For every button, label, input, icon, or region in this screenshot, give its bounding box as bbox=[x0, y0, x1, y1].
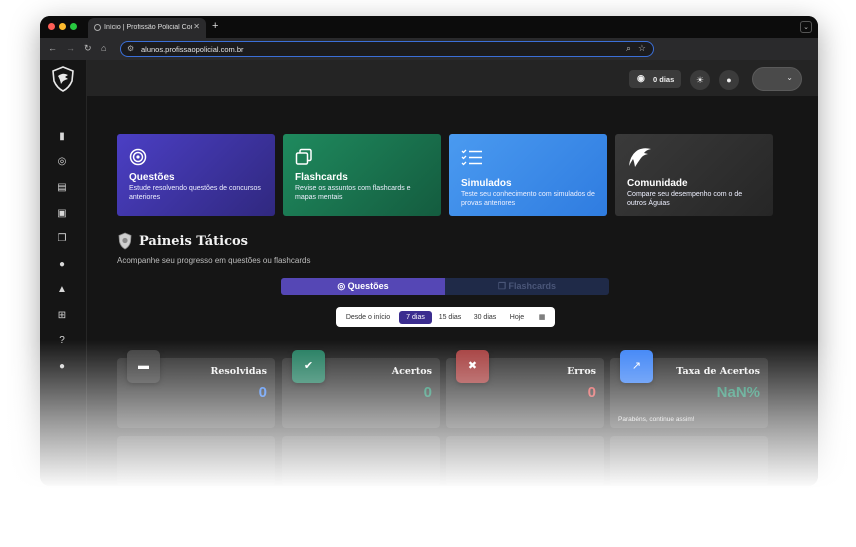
star-icon[interactable]: ☆ bbox=[638, 43, 646, 54]
target-icon bbox=[129, 148, 147, 166]
browser-toolbar: ← → ↻ ⌂ ⚙ alunos.profissaopolicial.com.b… bbox=[40, 38, 818, 60]
maximize-window-button[interactable] bbox=[70, 23, 77, 30]
app-header: ◉ 0 dias ☀ ● ⌄ bbox=[87, 60, 818, 96]
question-book-icon[interactable]: ▣ bbox=[56, 208, 68, 220]
app-sidebar: ▮ ◎ ▤ ▣ ❐ ● ▲ ⊞ ? ● bbox=[40, 60, 87, 486]
minimize-window-button[interactable] bbox=[59, 23, 66, 30]
card-description: Estude resolvendo questões de concursos … bbox=[129, 185, 261, 201]
card-title: Flashcards bbox=[295, 172, 348, 183]
stat-value: 0 bbox=[423, 384, 432, 401]
tab-questoes[interactable]: ◎ Questões bbox=[281, 278, 445, 295]
stat-label: Resolvidas bbox=[210, 366, 267, 377]
chart-icon[interactable]: ▮ bbox=[56, 131, 68, 143]
back-icon[interactable]: ← bbox=[48, 43, 57, 53]
copy-icon bbox=[295, 148, 312, 165]
cart-icon[interactable]: ⊞ bbox=[56, 310, 68, 322]
stat-erros: ✖ Erros 0 bbox=[446, 350, 604, 428]
address-bar[interactable]: ⚙ alunos.profissaopolicial.com.br ⌕ ☆ bbox=[120, 41, 654, 57]
calendar-icon[interactable]: ▦ bbox=[534, 311, 550, 324]
chart-card-placeholder bbox=[117, 436, 275, 486]
graduation-icon[interactable]: ▲ bbox=[56, 284, 68, 296]
trend-up-icon: ↗ bbox=[620, 350, 653, 383]
stat-resolvidas: ▬ Resolvidas 0 bbox=[117, 350, 275, 428]
tab-title: Início | Profissão Policial Con... bbox=[104, 24, 192, 31]
section-title: Paineis Táticos bbox=[139, 234, 248, 249]
main-content: Questões Estude resolvendo questões de c… bbox=[87, 96, 818, 486]
chevron-down-icon: ⌄ bbox=[786, 73, 793, 82]
card-description: Compare seu desempenho com o de outros Á… bbox=[627, 191, 743, 207]
card-description: Revise os assuntos com flashcards e mapa… bbox=[295, 185, 411, 201]
flame-icon: ◉ bbox=[637, 73, 645, 83]
tab-close-button[interactable]: ✕ bbox=[193, 22, 200, 31]
card-flashcards[interactable]: Flashcards Revise os assuntos com flashc… bbox=[283, 134, 441, 216]
stat-taxa-acertos: ↗ Taxa de Acertos NaN% Parabéns, continu… bbox=[610, 350, 768, 428]
help-icon[interactable]: ? bbox=[56, 335, 68, 347]
sun-icon[interactable]: ☀ bbox=[690, 70, 710, 90]
section-subtitle: Acompanhe seu progresso em questões ou f… bbox=[117, 256, 311, 265]
mode-toggle: ◎ Questões ❐ Flashcards bbox=[281, 278, 609, 295]
filter-7-dias[interactable]: 7 dias bbox=[399, 311, 432, 324]
bell-icon[interactable]: ● bbox=[719, 70, 739, 90]
stat-value: 0 bbox=[587, 384, 596, 401]
favicon-icon bbox=[94, 24, 101, 31]
browser-tab-bar: Início | Profissão Policial Con... ✕ + ⌄ bbox=[40, 16, 818, 38]
url-text[interactable]: alunos.profissaopolicial.com.br bbox=[141, 45, 244, 54]
stat-value: 0 bbox=[258, 384, 267, 401]
stat-acertos: ✔ Acertos 0 bbox=[282, 350, 440, 428]
stat-value: NaN% bbox=[716, 384, 760, 401]
chart-card-placeholder bbox=[446, 436, 604, 486]
tab-search-button[interactable]: ⌄ bbox=[800, 21, 812, 33]
stat-label: Erros bbox=[567, 366, 596, 377]
filter-desde-inicio[interactable]: Desde o início bbox=[340, 311, 396, 324]
users-icon[interactable]: ● bbox=[56, 259, 68, 271]
check-circle-icon: ✔ bbox=[292, 350, 325, 383]
zoom-icon[interactable]: ⌕ bbox=[626, 43, 631, 54]
eagle-shield-logo-icon[interactable] bbox=[51, 66, 75, 92]
chat-icon: ▬ bbox=[127, 350, 160, 383]
stat-footer: Parabéns, continue assim! bbox=[618, 416, 695, 423]
user-menu-button[interactable]: ⌄ bbox=[752, 67, 802, 91]
stat-label: Acertos bbox=[391, 366, 432, 377]
new-tab-button[interactable]: + bbox=[212, 20, 218, 32]
tab-flashcards[interactable]: ❐ Flashcards bbox=[445, 278, 609, 295]
home-icon[interactable]: ⌂ bbox=[101, 43, 106, 53]
card-comunidade[interactable]: Comunidade Compare seu desempenho com o … bbox=[615, 134, 773, 216]
filter-hoje[interactable]: Hoje bbox=[504, 311, 530, 324]
paineis-header: Paineis Táticos Acompanhe seu progresso … bbox=[117, 232, 517, 272]
close-window-button[interactable] bbox=[48, 23, 55, 30]
streak-label: 0 dias bbox=[653, 75, 675, 84]
chart-card-placeholder bbox=[610, 436, 768, 486]
card-title: Questões bbox=[129, 172, 175, 183]
card-questoes[interactable]: Questões Estude resolvendo questões de c… bbox=[117, 134, 275, 216]
eagle-icon bbox=[629, 148, 651, 167]
police-badge-icon bbox=[118, 232, 132, 250]
filter-15-dias[interactable]: 15 dias bbox=[435, 311, 465, 324]
clipboard-icon[interactable]: ▤ bbox=[56, 182, 68, 194]
stat-label: Taxa de Acertos bbox=[676, 366, 760, 377]
tune-icon[interactable]: ⚙ bbox=[127, 44, 134, 53]
card-simulados[interactable]: Simulados Teste seu conhecimento com sim… bbox=[449, 134, 607, 216]
x-circle-icon: ✖ bbox=[456, 350, 489, 383]
chart-card-placeholder bbox=[282, 436, 440, 486]
filter-30-dias[interactable]: 30 dias bbox=[469, 311, 501, 324]
browser-tab[interactable]: Início | Profissão Policial Con... ✕ bbox=[88, 18, 206, 38]
card-title: Simulados bbox=[461, 178, 512, 189]
checklist-icon bbox=[461, 149, 482, 166]
forward-icon[interactable]: → bbox=[66, 43, 75, 53]
card-title: Comunidade bbox=[627, 178, 688, 189]
card-description: Teste seu conhecimento com simulados de … bbox=[461, 191, 595, 207]
streak-button[interactable]: ◉ 0 dias bbox=[629, 70, 681, 88]
reload-icon[interactable]: ↻ bbox=[84, 43, 92, 54]
browser-window: Início | Profissão Policial Con... ✕ + ⌄… bbox=[40, 16, 818, 486]
lightbulb-icon[interactable]: ● bbox=[56, 361, 68, 373]
target-icon[interactable]: ◎ bbox=[56, 156, 68, 168]
copy-icon[interactable]: ❐ bbox=[56, 233, 68, 245]
date-filter: Desde o início 7 dias 15 dias 30 dias Ho… bbox=[336, 307, 555, 327]
